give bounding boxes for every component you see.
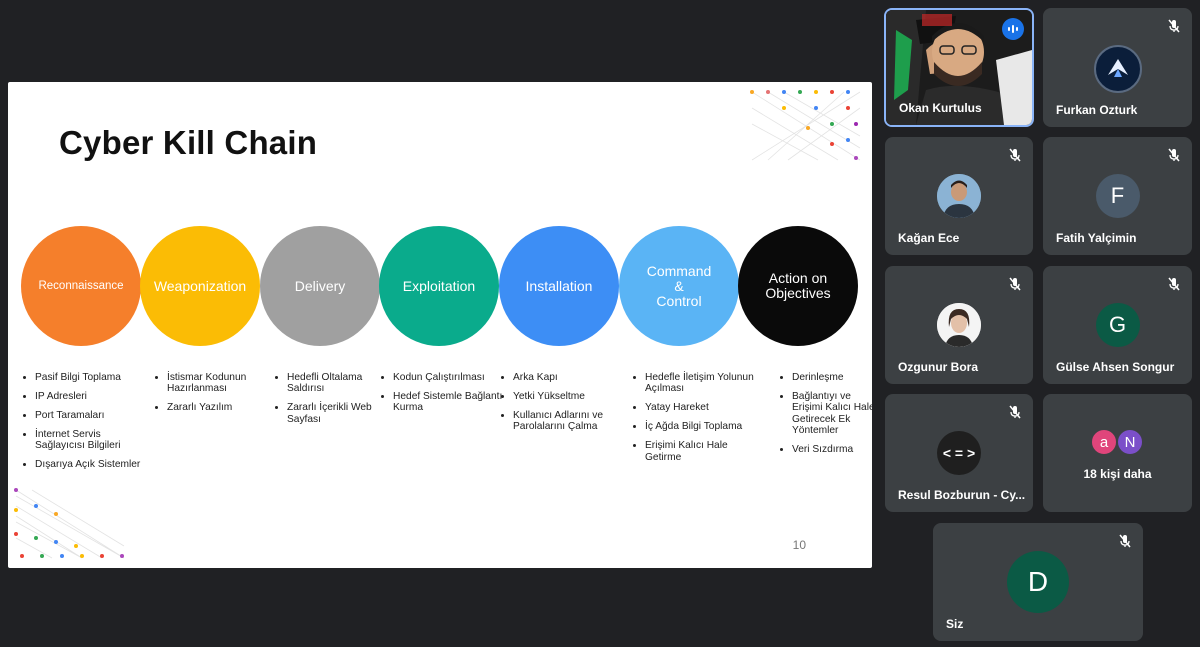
participant-photo-avatar (937, 174, 981, 218)
stage-bullet: İç Ağda Bilgi Toplama (645, 421, 755, 432)
decorative-dots-bottom-left (14, 488, 125, 559)
stage-bullet-list-4: Kodun Çalıştırılması Hedef Sistemle Bağla… (379, 372, 503, 421)
stage-circle-2: Weaponization (140, 226, 260, 346)
stage-bullet: İnternet Servis Sağlayıcısı Bilgileri (35, 429, 153, 452)
participant-tile-furkan[interactable]: Furkan Ozturk (1043, 8, 1192, 127)
self-tile[interactable]: D Siz (933, 523, 1143, 641)
stage-circle-4: Exploitation (379, 226, 499, 346)
stage-bullet-list-7: Derinleşme Bağlantıyı ve Erişimi Kalıcı H… (778, 372, 872, 463)
participant-name: Fatih Yalçimin (1056, 231, 1137, 245)
participant-initial-avatar: D (1007, 551, 1069, 613)
stage-bullet: Yatay Hareket (645, 402, 755, 413)
participant-tile-gulse[interactable]: G Gülse Ahsen Songur (1043, 266, 1192, 384)
presented-slide: Cyber Kill Chain Reconnaissance Pasif Bil… (8, 82, 872, 568)
stage-circle-5: Installation (499, 226, 619, 346)
stage-bullet-list-3: Hedefli Oltalama Saldırısı Zararlı İçerik… (273, 372, 387, 433)
participant-tile-okan[interactable]: Okan Kurtulus (884, 8, 1034, 127)
stage-bullet: Yetki Yükseltme (513, 391, 628, 402)
stage-circle-1: Reconnaissance (21, 226, 141, 346)
stage-bullet-list-1: Pasif Bilgi Toplama IP Adresleri Port Tara… (21, 372, 153, 478)
stage-bullet: Pasif Bilgi Toplama (35, 372, 153, 383)
participant-name: Kağan Ece (898, 231, 960, 245)
mic-off-icon (1119, 534, 1131, 548)
participant-name: Okan Kurtulus (899, 101, 982, 115)
participant-name: Ozgunur Bora (898, 360, 978, 374)
more-participants-label: 18 kişi daha (1083, 467, 1152, 481)
mini-avatar: a (1090, 428, 1118, 456)
participant-name: Furkan Ozturk (1056, 103, 1138, 117)
stage-bullet: Derinleşme (792, 372, 872, 383)
participant-tile-fatih[interactable]: F Fatih Yalçimin (1043, 137, 1192, 255)
stage-bullet: Kodun Çalıştırılması (393, 372, 503, 383)
participant-logo-avatar (1093, 45, 1142, 93)
mic-off-icon (1168, 277, 1180, 291)
more-participants-avatars: a N (1090, 428, 1146, 456)
stage-bullet: İstismar Kodunun Hazırlanması (167, 372, 267, 395)
stage-bullet-list-5: Arka Kapı Yetki Yükseltme Kullanıcı Adları… (499, 372, 628, 440)
participant-photo-avatar (937, 303, 981, 347)
mic-off-icon (1009, 405, 1021, 419)
stage-bullet: Hedefle İletişim Yolunun Açılması (645, 372, 755, 395)
slide-page-number: 10 (792, 538, 806, 552)
audio-level-icon (1002, 18, 1024, 40)
participant-code-avatar: < = > (937, 431, 981, 475)
decorative-dots-top-right (750, 90, 861, 161)
mic-off-icon (1009, 148, 1021, 162)
stage-bullet: Dışarıya Açık Sistemler (35, 459, 153, 470)
participant-initial-avatar: F (1095, 174, 1140, 218)
participant-tile-ozgunur[interactable]: Ozgunur Bora (885, 266, 1033, 384)
stage-circle-3: Delivery (260, 226, 380, 346)
mini-avatar: N (1116, 428, 1144, 456)
stage-bullet: Hedef Sistemle Bağlantı Kurma (393, 391, 503, 414)
stage-bullet: Zararlı İçerikli Web Sayfası (287, 402, 387, 425)
stage-bullet: Arka Kapı (513, 372, 628, 383)
stage-circle-7: Action on Objectives (738, 226, 858, 346)
stage-bullet: Erişimi Kalıcı Hale Getirme (645, 440, 755, 463)
participant-initial-avatar: G (1095, 303, 1140, 347)
participant-name: Siz (946, 617, 964, 631)
stage-bullet: Veri Sızdırma (792, 444, 872, 455)
slide-title: Cyber Kill Chain (59, 124, 318, 161)
mic-off-icon (1168, 148, 1180, 162)
participant-name: Resul Bozburun - Cy... (898, 488, 1026, 502)
participant-tile-kagan[interactable]: Kağan Ece (885, 137, 1033, 255)
mic-off-icon (1009, 277, 1021, 291)
participant-name: Gülse Ahsen Songur (1056, 360, 1175, 374)
stage-bullet: Hedefli Oltalama Saldırısı (287, 372, 387, 395)
more-participants-tile[interactable]: a N 18 kişi daha (1043, 394, 1192, 512)
stage-circle-6: Command & Control (619, 226, 739, 346)
stage-bullet-list-6: Hedefle İletişim Yolunun Açılması Yatay H… (631, 372, 755, 470)
stage-bullet: Kullanıcı Adlarını ve Parolalarını Çalma (513, 410, 628, 433)
stage-bullet: Zararlı Yazılım (167, 402, 267, 413)
stage-bullet: IP Adresleri (35, 391, 153, 402)
stage-bullet-list-2: İstismar Kodunun Hazırlanması Zararlı Yaz… (153, 372, 267, 421)
mic-off-icon (1168, 19, 1180, 33)
stage-bullet: Bağlantıyı ve Erişimi Kalıcı Hale Getire… (792, 391, 872, 437)
participant-tile-resul[interactable]: < = > Resul Bozburun - Cy... (885, 394, 1033, 512)
stage-bullet: Port Taramaları (35, 410, 153, 421)
